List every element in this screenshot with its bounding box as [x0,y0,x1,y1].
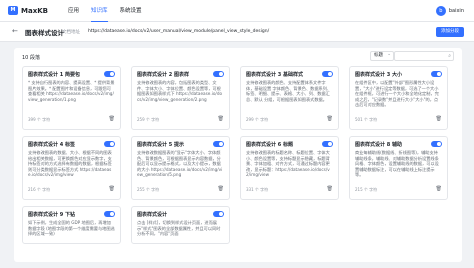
card-title: 图表样式设计 [137,212,168,218]
card-title: 图表样式设计 3 大小 [355,72,402,78]
search-icon[interactable]: ⌕ [448,52,451,60]
trash-icon[interactable]: 🗑 [436,116,442,122]
maxkb-logo-icon: M [8,6,18,15]
paragraph-count: 10 段落 [22,55,40,61]
paragraph-card[interactable]: 图表样式设计 点击 [样式]，切换到样式设计页面，进而展示"样式"图表的全部数据… [131,206,230,244]
search-input[interactable]: ⌕ [394,51,454,61]
card-title: 图表样式设计 3 基础样式 [246,72,303,78]
card-content: 支持修改图表的内容，包括图表的类型、文件、字体大小、字体位置、颜色设置等，可根据… [137,80,223,102]
toggle-switch[interactable] [322,141,333,147]
doc-url[interactable]: https://dataease.io/docs/v2/user_manual/… [88,29,269,34]
top-navbar: M MaxKB 应用 知识库 系统设置 b baixin [0,0,474,22]
toggle-switch[interactable] [104,71,115,77]
toggle-switch[interactable] [104,211,115,217]
card-content: 商业每辅助线(数据线、折线图等)，辅助支持辅助线条，辅助线、对辅助数据分析设置线… [355,150,439,177]
user-name: baixin [448,8,464,14]
paragraph-card[interactable]: 图表样式设计 3 大小 在组件区中，以配置"外部"图形属性大小设置，"大小"进行… [349,66,448,130]
avatar: b [435,6,446,16]
card-content: 在组件区中，以配置"外部"图形属性大小设置，"大小"进行设定等数据，可选了一个大… [355,80,439,107]
card-content: 点击 [样式]，切换到样式设计页面，进而展示"样式"图表的全部数据属性，并且可以… [137,220,221,236]
card-content: * 支持自行图表的内容、提高设置、* 提供背景图片效果。* 配置图片和设备信息，… [28,80,115,102]
char-count: 299 个 字符 [246,117,269,122]
paragraph-panel: 10 段落 标题 ⌕ 图表样式设计 1 简要包 * 支持自行图表的内容、提高设置… [14,48,462,262]
card-content: 支持修改图表的标题名称、标题位置、字体大小、颜色设置等，支持标题显示隐藏，标题背… [246,150,330,177]
card-content: 如下示例，生成全国的 GDP 地图后，再增加数据字段 (地图字段的第一个维度需要… [28,220,115,236]
paragraph-card[interactable]: 图表样式设计 3 基础样式 支持修改图表的颜色、支持配置体系文件字体，基础设置 … [240,66,339,130]
trash-icon[interactable]: 🗑 [436,186,442,192]
char-count: 331 个 字符 [246,187,269,192]
nav-item-settings[interactable]: 系统设置 [120,0,142,22]
char-count: 259 个 字符 [137,117,160,122]
main-nav: 应用 知识库 系统设置 [68,0,142,22]
toggle-switch[interactable] [431,71,442,77]
paragraph-card[interactable]: 图表样式设计 1 简要包 * 支持自行图表的内容、提高设置、* 提供背景图片效果… [22,66,121,130]
char-count: 215 个 字符 [355,187,378,192]
trash-icon[interactable]: 🗑 [327,186,333,192]
arrow-left-icon[interactable]: ← [12,27,18,35]
paragraph-card[interactable]: 图表样式设计 9 下钻 如下示例，生成全国的 GDP 地图后，再增加数据字段 (… [22,206,121,244]
doc-url-label: 文档地址 [62,29,80,35]
document-header: ← 图表样式设计 文档地址 https://dataease.io/docs/v… [0,22,474,42]
paragraph-card[interactable]: 图表样式设计 6 标题 支持修改图表的标题名称、标题位置、字体大小、颜色设置等，… [240,136,339,200]
trash-icon[interactable]: 🗑 [218,186,224,192]
toggle-switch[interactable] [431,141,442,147]
page-title: 图表样式设计 [25,29,64,37]
nav-item-knowledge[interactable]: 知识库 [91,0,108,22]
card-title: 图表样式设计 4 标签 [28,142,75,148]
card-content: 支持修改数据图表的"显示"字体大小、字体颜色、背景颜色，可根据图表显示内容数据，… [137,150,223,177]
filter-select[interactable]: 标题 [370,51,394,61]
toggle-switch[interactable] [213,141,224,147]
toggle-switch[interactable] [213,71,224,77]
card-title: 图表样式设计 1 简要包 [28,72,80,78]
card-content: 支持修改图表的颜色、支持配置体系文件字体，基础设置 字体颜色、背景色、数据系列、… [246,80,332,102]
card-title: 图表样式设计 8 辅助 [355,142,402,148]
card-title: 图表样式设计 6 标题 [246,142,293,148]
paragraph-card[interactable]: 图表样式设计 4 标签 支持修改图表的数据、大小、根据不同的图表给出相关数据，可… [22,136,121,200]
card-title: 图表样式设计 9 下钻 [28,212,75,218]
paragraph-card[interactable]: 图表样式设计 8 辅助 商业每辅助线(数据线、折线图等)，辅助支持辅助线条，辅助… [349,136,448,200]
toggle-switch[interactable] [322,71,333,77]
trash-icon[interactable]: 🗑 [109,116,115,122]
paragraph-card[interactable]: 图表样式设计 2 图表样 支持修改图表的内容，包括图表的类型、文件、字体大小、字… [131,66,230,130]
card-content: 支持修改图表的数据、大小、根据不同的图表给出相关数据，可更换颜色对应显示数字，支… [28,150,112,177]
card-title: 图表样式设计 2 图表样 [137,72,189,78]
trash-icon[interactable]: 🗑 [218,116,224,122]
toggle-switch[interactable] [213,211,224,217]
card-title: 图表样式设计 5 提示 [137,142,184,148]
app-logo[interactable]: M MaxKB [8,6,48,15]
char-count: 399 个 字符 [28,117,51,122]
trash-icon[interactable]: 🗑 [109,186,115,192]
user-menu[interactable]: b baixin [435,6,464,16]
trash-icon[interactable]: 🗑 [327,116,333,122]
app-name: MaxKB [21,6,48,15]
char-count: 216 个 字符 [28,187,51,192]
paragraph-card[interactable]: 图表样式设计 5 提示 支持修改数据图表的"显示"字体大小、字体颜色、背景颜色，… [131,136,230,200]
char-count: 255 个 字符 [137,187,160,192]
char-count: 501 个 字符 [355,117,378,122]
nav-item-apps[interactable]: 应用 [68,0,79,22]
add-paragraph-button[interactable]: 添加分段 [436,27,464,37]
toggle-switch[interactable] [104,141,115,147]
